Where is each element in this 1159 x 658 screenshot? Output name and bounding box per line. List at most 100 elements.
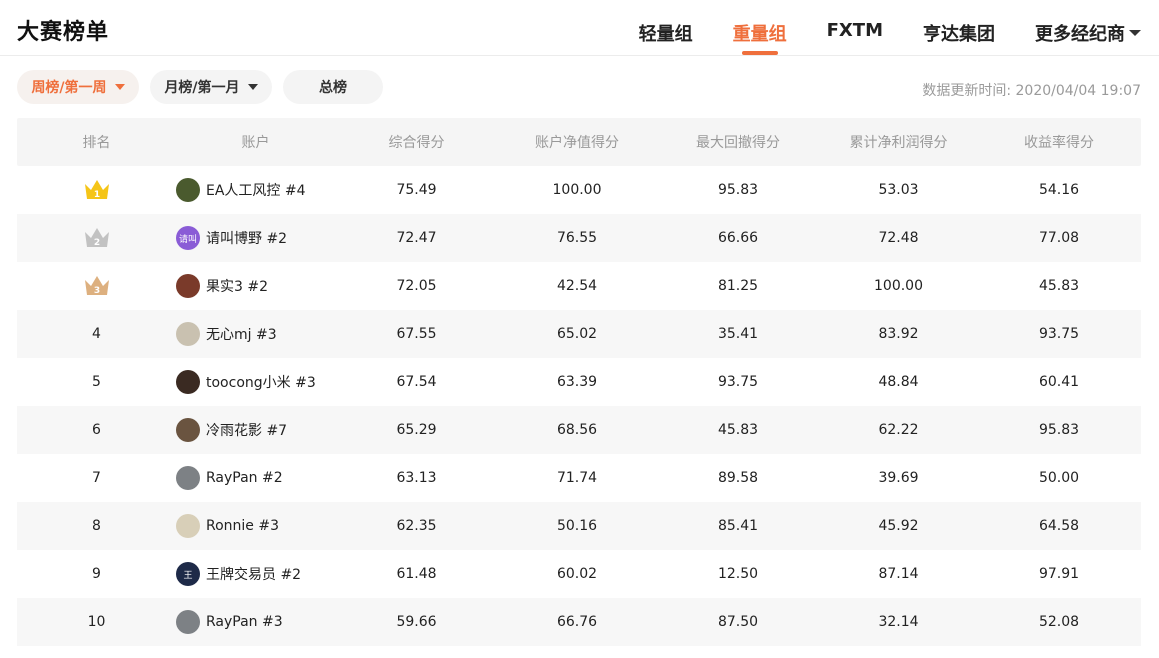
rank-crown-icon: 1 — [84, 180, 109, 200]
overall-score-cell: 72.47 — [396, 230, 437, 246]
account-name-link[interactable]: Ronnie #3 — [206, 518, 279, 534]
account-name-link[interactable]: RayPan #2 — [206, 470, 283, 486]
tab-label: 亨达集团 — [923, 24, 995, 45]
avatar[interactable] — [176, 466, 200, 490]
avatar-text — [176, 178, 200, 202]
return-score-cell: 60.41 — [1038, 374, 1080, 390]
tab-more-brokers[interactable]: 更多经纪商 — [1035, 0, 1141, 56]
chevron-down-icon — [247, 84, 258, 90]
return-score-cell: 95.83 — [1038, 422, 1080, 438]
net-profit-score-cell: 72.48 — [878, 230, 919, 246]
tab-light-group[interactable]: 轻量组 — [639, 0, 693, 56]
net-profit-score-cell: 87.14 — [878, 566, 919, 582]
avatar[interactable] — [176, 514, 200, 538]
table-row[interactable]: 3 果实3 #2 72.05 42.54 81.25 100.00 45.83 — [17, 262, 1141, 310]
account-name-link[interactable]: toocong小米 #3 — [206, 372, 316, 392]
return-score-cell: 77.08 — [1038, 230, 1080, 246]
account-cell: 王 王牌交易员 #2 — [176, 562, 335, 586]
table-row[interactable]: 7 RayPan #2 63.13 71.74 89.58 39.69 50.0… — [17, 454, 1141, 502]
rank-cell: 6 — [92, 422, 101, 438]
table-row[interactable]: 1 EA人工风控 #4 75.49 100.00 95.83 53.03 54.… — [17, 166, 1141, 214]
account-name-link[interactable]: 果实3 #2 — [206, 276, 268, 296]
avatar[interactable] — [176, 418, 200, 442]
tab-label: 更多经纪商 — [1035, 24, 1125, 45]
net-profit-score-cell: 48.84 — [878, 374, 919, 390]
filter-label: 月榜/第一月 — [164, 80, 240, 96]
ranking-table: 排名 账户 综合得分 账户净值得分 最大回撤得分 累计净利润得分 收益率得分 1… — [17, 118, 1141, 646]
account-wrap: 果实3 #2 — [176, 274, 335, 298]
account-wrap: Ronnie #3 — [176, 514, 335, 538]
account-wrap: toocong小米 #3 — [176, 370, 335, 394]
avatar[interactable]: 王 — [176, 562, 200, 586]
rank-cell: 9 — [92, 566, 101, 582]
table-row[interactable]: 5 toocong小米 #3 67.54 63.39 93.75 48.84 6… — [17, 358, 1141, 406]
account-wrap: EA人工风控 #4 — [176, 178, 335, 202]
avatar[interactable] — [176, 322, 200, 346]
table-row[interactable]: 10 RayPan #3 59.66 66.76 87.50 32.14 52.… — [17, 598, 1141, 646]
table-row[interactable]: 8 Ronnie #3 62.35 50.16 85.41 45.92 64.5… — [17, 502, 1141, 550]
tab-label: FXTM — [826, 20, 883, 41]
tab-label: 轻量组 — [638, 24, 693, 45]
avatar[interactable] — [176, 370, 200, 394]
account-name-link[interactable]: 请叫博野 #2 — [206, 228, 287, 248]
net-profit-score-cell: 32.14 — [878, 614, 919, 630]
total-ranking-button[interactable]: 总榜 — [283, 70, 383, 104]
drawdown-score-cell: 66.66 — [717, 230, 759, 246]
drawdown-score-cell: 95.83 — [717, 182, 759, 198]
chevron-down-icon — [114, 84, 125, 90]
overall-score-cell: 59.66 — [396, 614, 437, 630]
return-score-cell: 54.16 — [1038, 182, 1080, 198]
account-name-link[interactable]: 无心mj #3 — [206, 324, 277, 344]
table-row[interactable]: 4 无心mj #3 67.55 65.02 35.41 83.92 93.75 — [17, 310, 1141, 358]
account-name-link[interactable]: RayPan #3 — [206, 614, 283, 630]
rank-number: 1 — [93, 190, 99, 200]
column-header-overall-score: 综合得分 — [388, 135, 445, 151]
avatar-text — [176, 322, 200, 346]
overall-score-cell: 67.54 — [396, 374, 437, 390]
avatar[interactable] — [176, 274, 200, 298]
equity-score-cell: 66.76 — [556, 614, 598, 630]
tab-fxtm[interactable]: FXTM — [827, 0, 883, 56]
table-header-row: 排名 账户 综合得分 账户净值得分 最大回撤得分 累计净利润得分 收益率得分 — [17, 118, 1141, 166]
tab-hantec[interactable]: 亨达集团 — [923, 0, 995, 56]
account-wrap: 王 王牌交易员 #2 — [176, 562, 335, 586]
account-wrap: 无心mj #3 — [176, 322, 335, 346]
rank-cell: 7 — [92, 470, 101, 486]
net-profit-score-cell: 53.03 — [878, 182, 919, 198]
account-name-link[interactable]: 王牌交易员 #2 — [206, 564, 301, 584]
ranking-filters: 周榜/第一周 月榜/第一月 总榜 — [17, 70, 394, 104]
avatar-text — [176, 370, 200, 394]
page-title: 大赛榜单 — [17, 20, 110, 45]
account-cell: 果实3 #2 — [176, 274, 335, 298]
table-row[interactable]: 6 冷雨花影 #7 65.29 68.56 45.83 62.22 95.83 — [17, 406, 1141, 454]
account-cell: RayPan #3 — [176, 610, 335, 634]
rank-cell: 2 — [17, 226, 176, 250]
weekly-ranking-dropdown[interactable]: 周榜/第一周 — [17, 70, 139, 104]
avatar[interactable] — [176, 178, 200, 202]
rank-crown-icon: 3 — [84, 276, 109, 296]
monthly-ranking-dropdown[interactable]: 月榜/第一月 — [150, 70, 272, 104]
overall-score-cell: 61.48 — [396, 566, 437, 582]
net-profit-score-cell: 100.00 — [874, 278, 923, 294]
tab-heavy-group[interactable]: 重量组 — [733, 0, 787, 56]
account-cell: 冷雨花影 #7 — [176, 418, 335, 442]
equity-score-cell: 68.56 — [556, 422, 598, 438]
column-header-drawdown-score: 最大回撤得分 — [696, 135, 780, 151]
account-wrap: 冷雨花影 #7 — [176, 418, 335, 442]
account-name-link[interactable]: 冷雨花影 #7 — [206, 420, 287, 440]
overall-score-cell: 75.49 — [396, 182, 437, 198]
table-body: 1 EA人工风控 #4 75.49 100.00 95.83 53.03 54.… — [17, 166, 1141, 646]
account-cell: EA人工风控 #4 — [176, 178, 335, 202]
avatar[interactable] — [176, 610, 200, 634]
net-profit-score-cell: 45.92 — [878, 518, 919, 534]
table-row[interactable]: 9 王 王牌交易员 #2 61.48 60.02 12.50 87.14 97.… — [17, 550, 1141, 598]
avatar-text: 王 — [183, 570, 193, 581]
column-header-return-score: 收益率得分 — [1024, 135, 1094, 151]
overall-score-cell: 67.55 — [396, 326, 437, 342]
avatar[interactable]: 请叫 — [176, 226, 200, 250]
account-name-link[interactable]: EA人工风控 #4 — [206, 180, 306, 200]
table-row[interactable]: 2 请叫 请叫博野 #2 72.47 76.55 66.66 72.48 77.… — [17, 214, 1141, 262]
overall-score-cell: 72.05 — [396, 278, 437, 294]
equity-score-cell: 71.74 — [556, 470, 598, 486]
drawdown-score-cell: 35.41 — [717, 326, 759, 342]
